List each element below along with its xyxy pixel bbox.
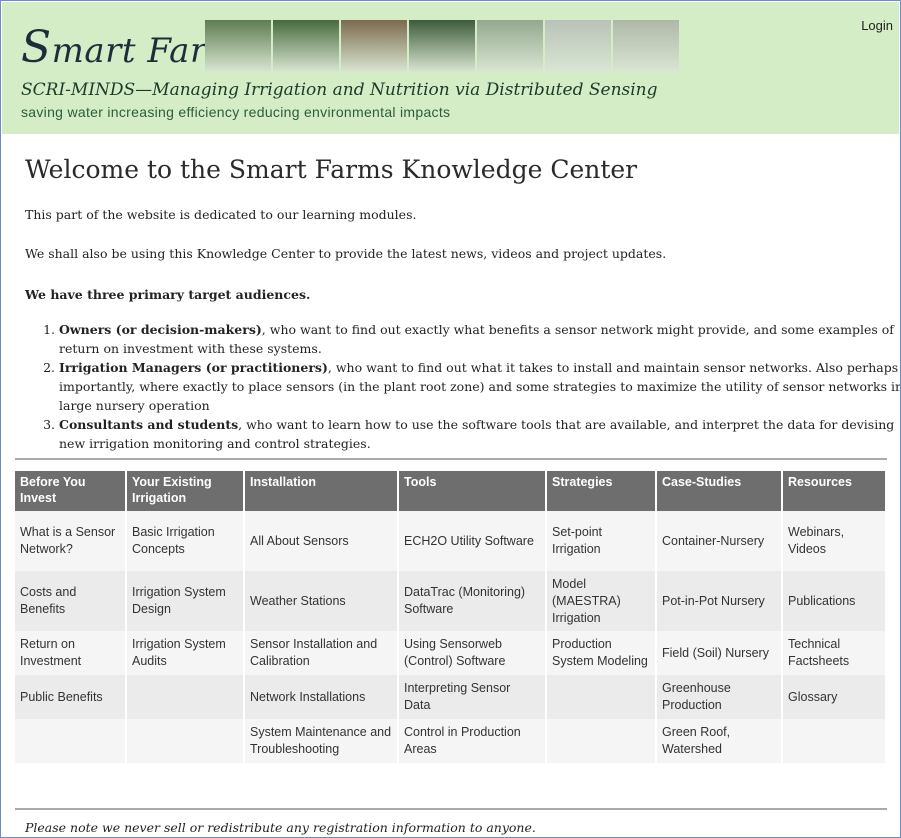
banner-photo-sensor [545,20,611,72]
module-cell: Publications [782,571,887,631]
logo-initial: S [21,22,52,73]
module-cell: Set-point Irrigation [546,511,657,571]
module-link[interactable]: What is a Sensor Network? [15,511,127,571]
audience-item-managers: Irrigation Managers (or practitioners), … [59,358,900,415]
learning-modules-table: Before You Invest Your Existing Irrigati… [15,471,887,763]
site-banner[interactable]: Smart Farms SCRI-MINDS—Managing Irrigati… [19,20,691,128]
module-link[interactable]: Sensor Installation and Calibration [244,631,399,675]
module-cell: Webinars, Videos [782,511,887,571]
page-frame: Smart Farms SCRI-MINDS—Managing Irrigati… [0,0,901,838]
module-cell: Model (MAESTRA) Irrigation [546,571,657,631]
audience-item-owners: Owners (or decision-makers), who want to… [59,320,900,358]
table-row: Public Benefits Network Installations In… [15,675,887,719]
intro-paragraph-1: This part of the website is dedicated to… [25,207,417,222]
col-header-resources: Resources [782,471,887,511]
module-link[interactable]: Return on Investment [15,631,127,675]
module-link[interactable]: Network Installations [244,675,399,719]
module-cell: Glossary [782,675,887,719]
col-header-existing-irrigation: Your Existing Irrigation [126,471,245,511]
modules-header-row: Before You Invest Your Existing Irrigati… [15,471,887,511]
audience-owners-title: Owners (or decision-makers) [59,322,262,337]
module-cell [782,719,887,763]
audience-item-consultants: Consultants and students, who want to le… [59,415,900,453]
col-header-strategies: Strategies [546,471,657,511]
site-tagline: SCRI-MINDS—Managing Irrigation and Nutri… [21,80,658,100]
col-header-case-studies: Case-Studies [656,471,783,511]
module-link[interactable]: Weather Stations [244,571,399,631]
banner-photo-greenhouse [613,20,679,72]
banner-photo-field [341,20,407,72]
module-cell: Pot-in-Pot Nursery [656,571,783,631]
banner-photo-strip [205,20,679,72]
divider-bottom [15,808,887,810]
privacy-note: Please note we never sell or redistribut… [25,820,536,835]
site-slogan: saving water increasing efficiency reduc… [21,104,451,120]
module-cell: Interpreting Sensor Data [398,675,547,719]
module-link[interactable]: Public Benefits [15,675,127,719]
table-row: Return on Investment Irrigation System A… [15,631,887,675]
module-cell [546,719,657,763]
site-header: Smart Farms SCRI-MINDS—Managing Irrigati… [2,2,899,134]
banner-photo-rows [409,20,475,72]
module-link[interactable]: Irrigation System Audits [126,631,245,675]
main-content: Welcome to the Smart Farms Knowledge Cen… [25,155,900,451]
page-title: Welcome to the Smart Farms Knowledge Cen… [25,155,638,184]
banner-photo-sprinkler [477,20,543,72]
module-cell [546,675,657,719]
module-link[interactable]: Irrigation System Design [126,571,245,631]
audience-consultants-title: Consultants and students [59,417,239,432]
table-row: Costs and Benefits Irrigation System Des… [15,571,887,631]
module-cell: Control in Production Areas [398,719,547,763]
module-link[interactable]: ECH2O Utility Software [398,511,547,571]
module-cell [126,719,245,763]
audience-heading: We have three primary target audiences. [25,287,311,302]
module-link[interactable]: DataTrac (Monitoring) Software [398,571,547,631]
col-header-tools: Tools [398,471,547,511]
module-cell: Technical Factsheets [782,631,887,675]
module-link[interactable]: Production System Modeling [546,631,657,675]
col-header-before-you-invest: Before You Invest [15,471,127,511]
intro-paragraph-2: We shall also be using this Knowledge Ce… [25,246,667,261]
table-row: What is a Sensor Network? Basic Irrigati… [15,511,887,571]
divider-top [15,458,887,460]
module-cell: Greenhouse Production [656,675,783,719]
module-cell: Green Roof, Watershed [656,719,783,763]
module-link[interactable]: System Maintenance and Troubleshooting [244,719,399,763]
module-cell [126,675,245,719]
module-link[interactable]: Costs and Benefits [15,571,127,631]
banner-photo-tree [205,20,271,72]
table-row: System Maintenance and Troubleshooting C… [15,719,887,763]
module-cell [15,719,127,763]
module-link[interactable]: Basic Irrigation Concepts [126,511,245,571]
banner-photo-nursery [273,20,339,72]
module-link[interactable]: Using Sensorweb (Control) Software [398,631,547,675]
audience-managers-title: Irrigation Managers (or practitioners) [59,360,328,375]
login-link[interactable]: Login [861,18,893,33]
module-cell: Field (Soil) Nursery [656,631,783,675]
module-link[interactable]: Container-Nursery [656,511,783,571]
col-header-installation: Installation [244,471,399,511]
module-link[interactable]: All About Sensors [244,511,399,571]
audience-list: Owners (or decision-makers), who want to… [25,320,900,453]
